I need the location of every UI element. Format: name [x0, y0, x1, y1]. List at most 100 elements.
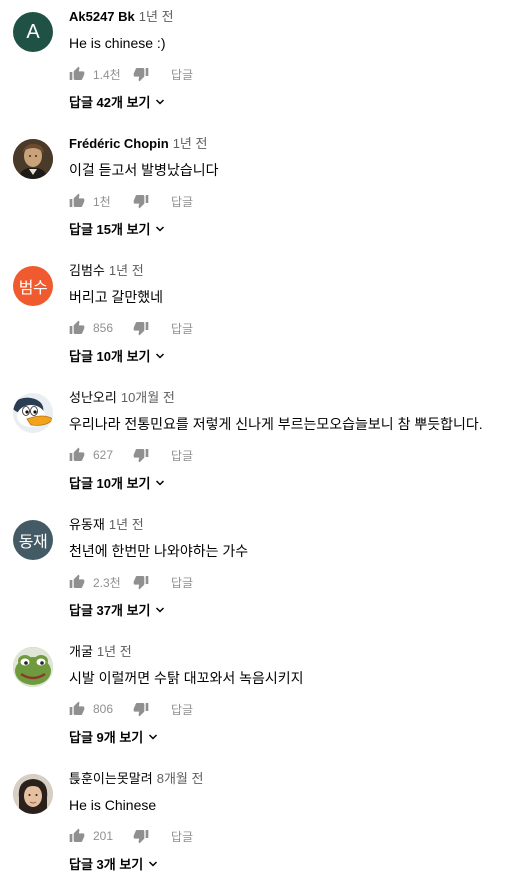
thumb-up-icon[interactable]	[69, 447, 85, 463]
thumb-down-icon[interactable]	[133, 447, 149, 463]
comment-thread: 동재 유동재 1년 전 천년에 한번만 나와야하는 가수 2.3천 답글 답글 3…	[0, 508, 520, 635]
comment-thread: 성난오리 10개월 전 우리나라 전통민요를 저렇게 신나게 부르는모오습늘보니 …	[0, 381, 520, 508]
avatar[interactable]	[13, 647, 53, 687]
view-replies-label: 답글 10개 보기	[69, 349, 151, 364]
comment-time[interactable]: 1년 전	[109, 263, 144, 278]
view-replies-button[interactable]: 답글 15개 보기	[69, 219, 166, 238]
view-replies-button[interactable]: 답글 9개 보기	[69, 727, 159, 746]
author-name[interactable]: Frédéric Chopin	[69, 136, 169, 151]
thumb-up-icon[interactable]	[69, 320, 85, 336]
thumb-up-icon[interactable]	[69, 828, 85, 844]
frog-avatar-icon	[13, 647, 53, 687]
view-replies-button[interactable]: 답글 37개 보기	[69, 600, 166, 619]
like-count: 1천	[93, 194, 111, 209]
comment-time[interactable]: 1년 전	[173, 136, 208, 151]
author-name[interactable]: 튽훈이는못말려	[69, 771, 153, 786]
like-count: 627	[93, 448, 114, 462]
comment-header: Frédéric Chopin 1년 전	[69, 135, 207, 153]
view-replies-label: 답글 10개 보기	[69, 476, 151, 491]
thumb-down-icon[interactable]	[133, 66, 149, 82]
like-count: 806	[93, 702, 114, 716]
view-replies-label: 답글 15개 보기	[69, 222, 151, 237]
comment-header: 튽훈이는못말려 8개월 전	[69, 770, 203, 788]
author-name[interactable]: Ak5247 Bk	[69, 9, 135, 24]
avatar-letter: A	[26, 20, 40, 43]
chevron-down-icon	[149, 860, 158, 867]
comment-thread: 튽훈이는못말려 8개월 전 He is Chinese 201 답글 답글 3개 …	[0, 762, 520, 889]
view-replies-button[interactable]: 답글 3개 보기	[69, 854, 159, 873]
thumb-up-icon[interactable]	[69, 574, 85, 590]
comment-actions: 856 답글	[69, 316, 193, 340]
reply-button[interactable]: 답글	[171, 66, 193, 83]
avatar-letter: 동재	[18, 534, 48, 551]
thumb-up-icon[interactable]	[69, 701, 85, 717]
comment-thread: 개굴 1년 전 시발 이럴꺼면 수탉 대꼬와서 녹음시키지 806 답글 답글 9…	[0, 635, 520, 762]
reply-button[interactable]: 답글	[171, 701, 193, 718]
chevron-down-icon	[156, 352, 165, 359]
avatar[interactable]: 범수	[13, 266, 53, 306]
comment-time[interactable]: 1년 전	[97, 644, 132, 659]
comment-time[interactable]: 1년 전	[139, 9, 174, 24]
comment-text: 우리나라 전통민요를 저렇게 신나게 부르는모오습늘보니 참 뿌듯합니다.	[69, 416, 483, 432]
reply-button[interactable]: 답글	[171, 193, 193, 210]
comment-thread: Frédéric Chopin 1년 전 이걸 듣고서 발병났습니다 1천 답글 …	[0, 127, 520, 254]
reply-button[interactable]: 답글	[171, 447, 193, 464]
thumb-up-icon[interactable]	[69, 193, 85, 209]
portrait-avatar-icon	[13, 139, 53, 179]
comment-actions: 806 답글	[69, 697, 193, 721]
comment-time[interactable]: 1년 전	[109, 517, 144, 532]
comment-time[interactable]: 8개월 전	[157, 771, 204, 786]
reply-button[interactable]: 답글	[171, 574, 193, 591]
thumb-down-icon[interactable]	[133, 574, 149, 590]
author-name[interactable]: 유동재	[69, 517, 105, 532]
avatar[interactable]: 동재	[13, 520, 53, 560]
comment-thread: 범수 김범수 1년 전 버리고 갈만했네 856 답글 답글 10개 보기	[0, 254, 520, 381]
comment-text: 이걸 듣고서 발병났습니다	[69, 162, 219, 178]
comment-header: 개굴 1년 전	[69, 643, 132, 661]
comment-text: 버리고 갈만했네	[69, 289, 164, 305]
comment-header: 성난오리 10개월 전	[69, 389, 175, 407]
thumb-down-icon[interactable]	[133, 828, 149, 844]
view-replies-button[interactable]: 답글 10개 보기	[69, 346, 166, 365]
comment-header: 김범수 1년 전	[69, 262, 144, 280]
avatar[interactable]: A	[13, 12, 53, 52]
chevron-down-icon	[156, 606, 165, 613]
comment-actions: 1천 답글	[69, 189, 193, 213]
thumb-down-icon[interactable]	[133, 320, 149, 336]
view-replies-label: 답글 37개 보기	[69, 603, 151, 618]
view-replies-button[interactable]: 답글 10개 보기	[69, 473, 166, 492]
comment-time[interactable]: 10개월 전	[121, 390, 175, 405]
chevron-down-icon	[156, 479, 165, 486]
author-name[interactable]: 개굴	[69, 644, 93, 659]
chevron-down-icon	[156, 98, 165, 105]
reply-button[interactable]: 답글	[171, 320, 193, 337]
thumb-down-icon[interactable]	[133, 193, 149, 209]
view-replies-label: 답글 42개 보기	[69, 95, 151, 110]
comment-actions: 1.4천 답글	[69, 62, 193, 86]
comment-actions: 2.3천 답글	[69, 570, 193, 594]
avatar-letter: 범수	[18, 280, 48, 297]
person-photo-avatar-icon	[13, 774, 53, 814]
author-name[interactable]: 김범수	[69, 263, 105, 278]
thumb-up-icon[interactable]	[69, 66, 85, 82]
view-replies-button[interactable]: 답글 42개 보기	[69, 92, 166, 111]
chevron-down-icon	[156, 225, 165, 232]
avatar[interactable]	[13, 774, 53, 814]
reply-button[interactable]: 답글	[171, 828, 193, 845]
comment-thread: A Ak5247 Bk 1년 전 He is chinese :) 1.4천 답글…	[0, 0, 520, 127]
duck-avatar-icon	[13, 393, 53, 433]
like-count: 856	[93, 321, 114, 335]
comment-text: 시발 이럴꺼면 수탉 대꼬와서 녹음시키지	[69, 670, 304, 686]
chevron-down-icon	[149, 733, 158, 740]
comment-actions: 627 답글	[69, 443, 193, 467]
comment-header: 유동재 1년 전	[69, 516, 144, 534]
avatar[interactable]	[13, 139, 53, 179]
comment-text: He is chinese :)	[69, 35, 166, 51]
like-count: 1.4천	[93, 67, 121, 82]
author-name[interactable]: 성난오리	[69, 390, 117, 405]
view-replies-label: 답글 3개 보기	[69, 857, 144, 872]
comment-text: 천년에 한번만 나와야하는 가수	[69, 543, 249, 559]
thumb-down-icon[interactable]	[133, 701, 149, 717]
like-count: 201	[93, 829, 114, 843]
avatar[interactable]	[13, 393, 53, 433]
